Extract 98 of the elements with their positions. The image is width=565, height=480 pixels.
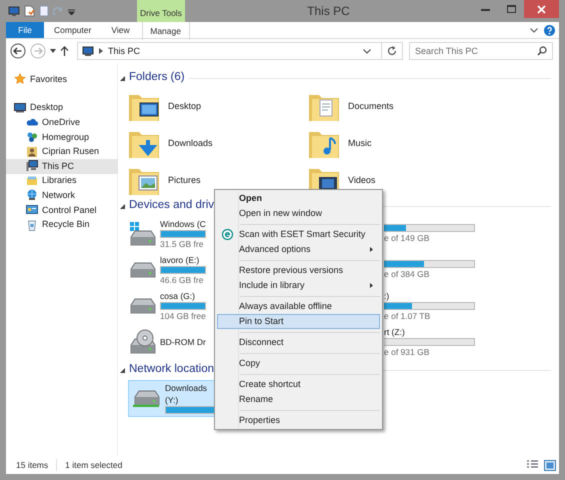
free-space-text: e of 149 GB (384, 233, 430, 244)
drive-item[interactable]: lavoro (E:) 46.6 GB fre (128, 252, 212, 288)
user-icon (26, 146, 38, 158)
drive-item[interactable]: Windows (C 31.5 GB fre (128, 216, 212, 252)
collapse-arrow-icon[interactable] (120, 368, 125, 372)
library-icon (26, 174, 38, 187)
sidebar-item[interactable]: Ciprian Rusen (6, 144, 118, 159)
network-drive-icon (132, 390, 160, 407)
help-icon[interactable] (544, 24, 555, 36)
details-view-icon[interactable] (527, 460, 538, 470)
menu-item[interactable]: Always available offline (217, 299, 380, 314)
drive-item[interactable]: cosa (G:) 104 GB free (128, 288, 212, 324)
search-box[interactable]: Search This PC (409, 42, 553, 60)
expand-ribbon-icon[interactable] (530, 28, 538, 32)
drive-name: :) (384, 290, 390, 301)
dropdown-icon[interactable] (363, 48, 371, 54)
drive-name: BD-ROM Dr (160, 336, 206, 348)
drive-name: cosa (G:) (160, 290, 195, 301)
refresh-icon[interactable] (387, 46, 397, 56)
recent-dropdown-icon[interactable] (50, 49, 56, 53)
computer-icon (82, 46, 94, 56)
menu-item[interactable]: Include in library (217, 278, 380, 293)
maximize-icon[interactable] (506, 5, 516, 13)
homegroup-icon (26, 131, 38, 144)
menu-item[interactable]: Restore previous versions (217, 263, 380, 278)
back-icon[interactable] (10, 43, 26, 59)
ribbon-tab[interactable]: Manage (142, 22, 190, 40)
drive-icon (130, 262, 156, 278)
desktop-icon (14, 102, 26, 114)
submenu-arrow-icon (370, 247, 373, 252)
drive-item[interactable]: BD-ROM Dr (128, 324, 212, 360)
menu-item[interactable]: Copy (217, 356, 380, 371)
item-count: 15 items (16, 460, 48, 470)
menu-item[interactable]: Disconnect (217, 335, 380, 350)
sidebar-item[interactable]: Homegroup (6, 130, 118, 144)
control-panel-icon (26, 204, 38, 216)
caret-icon[interactable] (68, 8, 75, 14)
network-icon (26, 189, 38, 202)
up-icon[interactable] (60, 46, 69, 56)
close-icon[interactable] (537, 4, 546, 14)
menu-item[interactable]: Advanced options (217, 242, 380, 257)
free-space-text: 46.6 GB fre (160, 275, 204, 286)
drive-letter: (Y:) (165, 394, 178, 405)
menu-item[interactable]: Pin to Start (217, 314, 380, 329)
computer-icon (26, 160, 38, 172)
sidebar-item[interactable]: Network (6, 188, 118, 203)
search-field[interactable]: Search This PC (415, 46, 525, 56)
computer-icon[interactable] (8, 6, 20, 16)
recycle-bin-icon (26, 218, 38, 231)
section-title: Network location (129, 363, 214, 377)
large-icons-view-icon[interactable] (544, 460, 556, 470)
address-path: This PC (108, 46, 142, 56)
menu-item[interactable]: Scan with ESET Smart Security (217, 227, 380, 242)
sidebar-item[interactable]: Control Panel (6, 202, 118, 218)
sidebar-item[interactable]: Favorites (6, 72, 118, 87)
drive-name: rt (Z:) (384, 326, 405, 337)
collapse-arrow-icon[interactable] (120, 204, 125, 208)
optical-drive-icon (128, 329, 158, 355)
ribbon-tab[interactable]: Computer (44, 22, 102, 38)
sidebar-item[interactable]: OneDrive (6, 115, 118, 130)
document-icon[interactable] (24, 5, 35, 17)
sidebar-item[interactable]: Desktop (6, 100, 118, 116)
drive-name: lavoro (E:) (160, 254, 200, 265)
sidebar-item[interactable]: This PC (6, 158, 118, 174)
window-title: This PC (306, 2, 351, 20)
folder-item[interactable]: Documents (308, 88, 488, 125)
submenu-arrow-icon (370, 283, 373, 288)
section-title: Devices and driv (129, 199, 214, 213)
collapse-arrow-icon[interactable] (120, 76, 125, 80)
star-icon (14, 73, 26, 86)
close-button[interactable] (524, 0, 559, 18)
address-bar[interactable]: This PC (77, 42, 403, 60)
free-space-text: 31.5 GB fre (160, 239, 204, 250)
cloud-icon (26, 116, 38, 128)
free-space-text: e of 1.07 TB (384, 311, 430, 322)
selection-count: 1 item selected (65, 460, 122, 470)
contextual-tab-header: Drive Tools (137, 0, 185, 22)
folder-item[interactable]: Music (308, 125, 488, 162)
sidebar-item[interactable]: Recycle Bin (6, 217, 118, 232)
section-title: Folders (6) (129, 71, 185, 85)
menu-item[interactable]: Open (217, 191, 380, 206)
search-icon (537, 46, 547, 56)
sidebar-item[interactable]: Libraries (6, 174, 118, 188)
chevron-icon (99, 48, 103, 54)
drive-icon (128, 221, 158, 247)
drive-name: Windows (C (160, 218, 206, 229)
folder-item[interactable]: Desktop (128, 88, 308, 125)
free-space-text: e of 384 GB (384, 269, 430, 280)
folder-item[interactable]: Downloads (128, 125, 308, 162)
ribbon-tab[interactable]: File (6, 22, 44, 38)
menu-item[interactable]: Open in new window (217, 206, 380, 221)
ribbon-tab[interactable]: View (101, 22, 140, 38)
page-icon[interactable] (39, 5, 49, 17)
free-space-text: e of 931 GB (384, 347, 430, 358)
drive-icon (130, 298, 156, 314)
minimize-icon[interactable] (480, 8, 490, 10)
drive-name: Downloads (165, 383, 208, 394)
free-space-text: 104 GB free (160, 311, 206, 322)
